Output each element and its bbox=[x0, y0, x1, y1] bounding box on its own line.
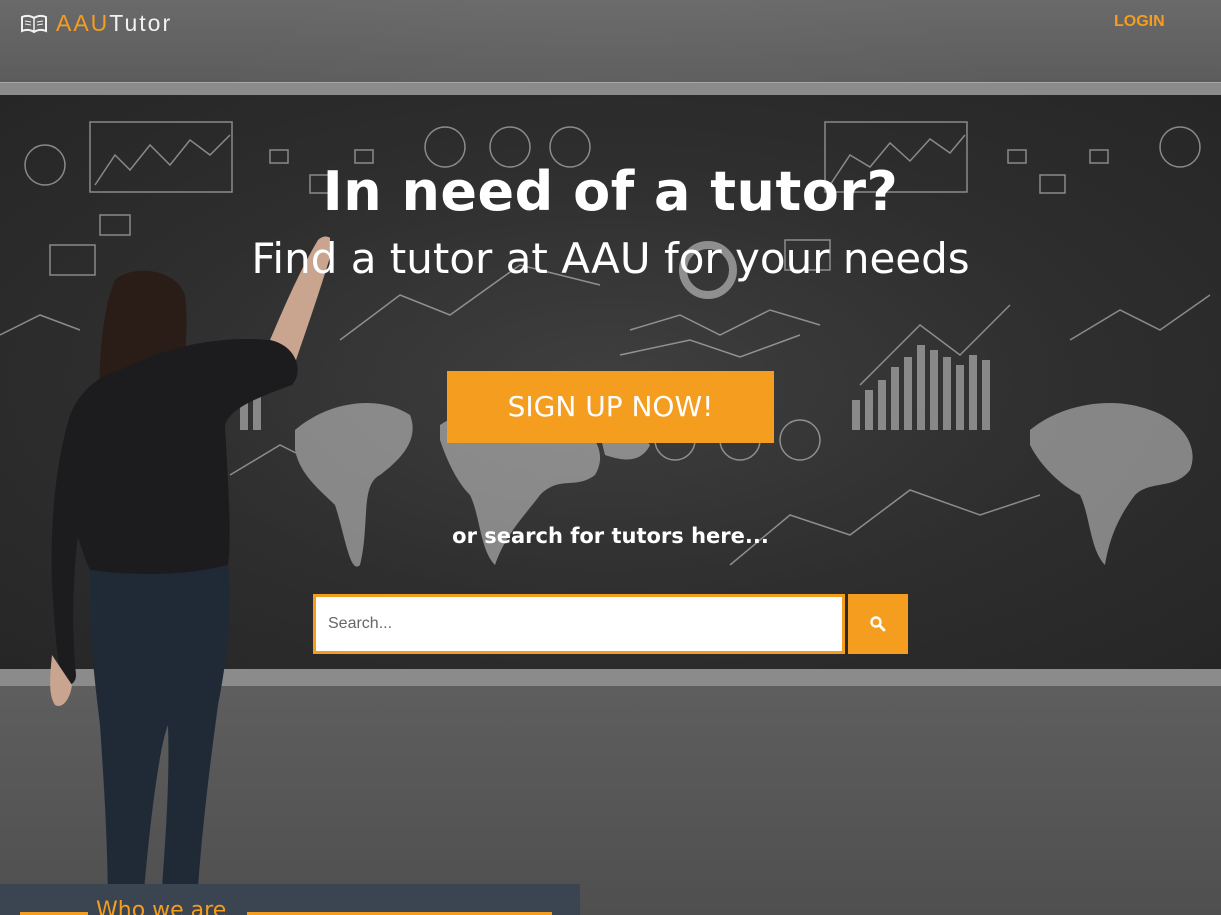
woman-illustration bbox=[50, 236, 330, 915]
brand-name: AAUTutor bbox=[56, 10, 172, 37]
brand-name-tutor: Tutor bbox=[109, 10, 173, 36]
search-prompt-text: or search for tutors here... bbox=[452, 524, 769, 548]
who-we-are-panel: Who we are bbox=[0, 884, 580, 915]
hero-title: In need of a tutor? bbox=[322, 160, 899, 223]
search-icon bbox=[870, 616, 886, 632]
search-field-wrapper bbox=[313, 594, 845, 654]
signup-button[interactable]: SIGN UP NOW! bbox=[447, 371, 774, 443]
brand-logo[interactable]: AAUTutor bbox=[20, 10, 172, 37]
hero-subtitle: Find a tutor at AAU for your needs bbox=[251, 234, 970, 283]
who-we-are-heading: Who we are bbox=[96, 898, 227, 915]
search-button[interactable] bbox=[848, 594, 908, 654]
login-link[interactable]: LOGIN bbox=[1114, 13, 1165, 31]
open-book-icon bbox=[21, 14, 47, 33]
navbar: AAUTutor LOGIN bbox=[0, 0, 1221, 46]
search-input[interactable] bbox=[316, 597, 842, 651]
brand-name-aau: AAU bbox=[56, 10, 110, 36]
